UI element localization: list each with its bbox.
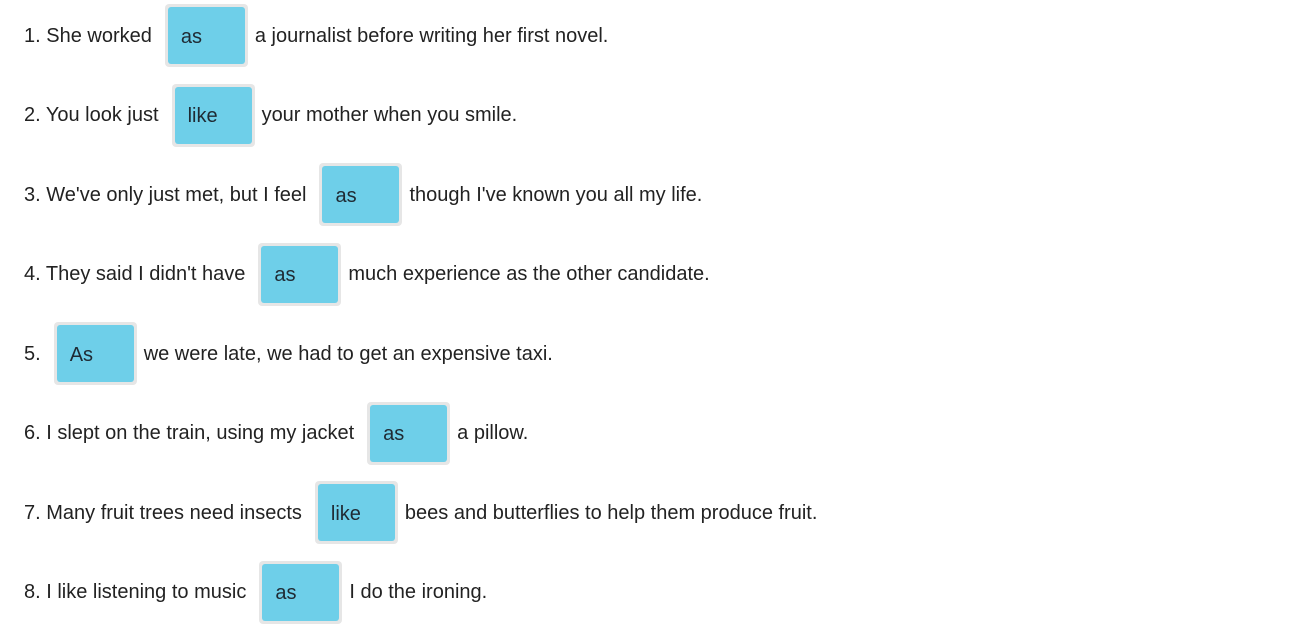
gap-fill-exercise: 1. She worked as a journalist before wri… (24, 4, 1284, 624)
sentence-row: 7. Many fruit trees need insects like be… (24, 481, 1284, 544)
answer-chip[interactable]: like (317, 484, 395, 541)
sentence-text-before: 4. They said I didn't have (24, 263, 246, 285)
sentence-text-before: 6. I slept on the train, using my jacket (24, 422, 355, 444)
sentence-text-after: a pillow. (457, 422, 529, 444)
answer-drop-slot[interactable]: As (53, 322, 137, 385)
answer-chip[interactable]: as (322, 166, 400, 223)
sentence-text-after: much experience as the other candidate. (348, 263, 710, 285)
answer-drop-slot[interactable]: like (314, 481, 398, 544)
sentence-text-before: 5. (24, 342, 41, 365)
sentence-text-after: a journalist before writing her first no… (254, 24, 609, 47)
sentence-text-after: though I've known you all my life. (409, 183, 703, 206)
answer-drop-slot[interactable]: as (319, 163, 403, 226)
answer-drop-slot[interactable]: as (259, 560, 343, 624)
sentence-row: 4. They said I didn't have as much exper… (24, 242, 1284, 306)
sentence-row: 8. I like listening to music as I do the… (24, 560, 1284, 624)
answer-chip[interactable]: As (56, 325, 134, 382)
sentence-row: 6. I slept on the train, using my jacket… (24, 401, 1284, 465)
sentence-text-before: 1. She worked (24, 24, 152, 47)
answer-drop-slot[interactable]: as (258, 242, 342, 306)
answer-chip[interactable]: like (174, 86, 252, 144)
answer-chip[interactable]: as (370, 404, 448, 462)
sentence-row: 3. We've only just met, but I feel as th… (24, 163, 1284, 226)
sentence-text-before: 7. Many fruit trees need insects (24, 501, 302, 524)
sentence-text-after: I do the ironing. (349, 581, 488, 603)
sentence-text-before: 8. I like listening to music (24, 581, 247, 603)
sentence-row: 5. As we were late, we had to get an exp… (24, 322, 1284, 385)
sentence-text-before: 3. We've only just met, but I feel (24, 183, 307, 206)
answer-drop-slot[interactable]: as (367, 401, 451, 465)
sentence-row: 1. She worked as a journalist before wri… (24, 4, 1284, 67)
answer-chip[interactable]: as (167, 7, 245, 64)
sentence-text-before: 2. You look just (24, 104, 159, 126)
sentence-row: 2. You look just like your mother when y… (24, 83, 1284, 147)
answer-drop-slot[interactable]: like (171, 83, 255, 147)
answer-chip[interactable]: as (262, 563, 340, 621)
sentence-text-after: bees and butterflies to help them produc… (404, 501, 818, 524)
answer-chip[interactable]: as (261, 245, 339, 303)
answer-drop-slot[interactable]: as (164, 4, 248, 67)
sentence-text-after: we were late, we had to get an expensive… (143, 342, 553, 365)
sentence-text-after: your mother when you smile. (261, 104, 518, 126)
